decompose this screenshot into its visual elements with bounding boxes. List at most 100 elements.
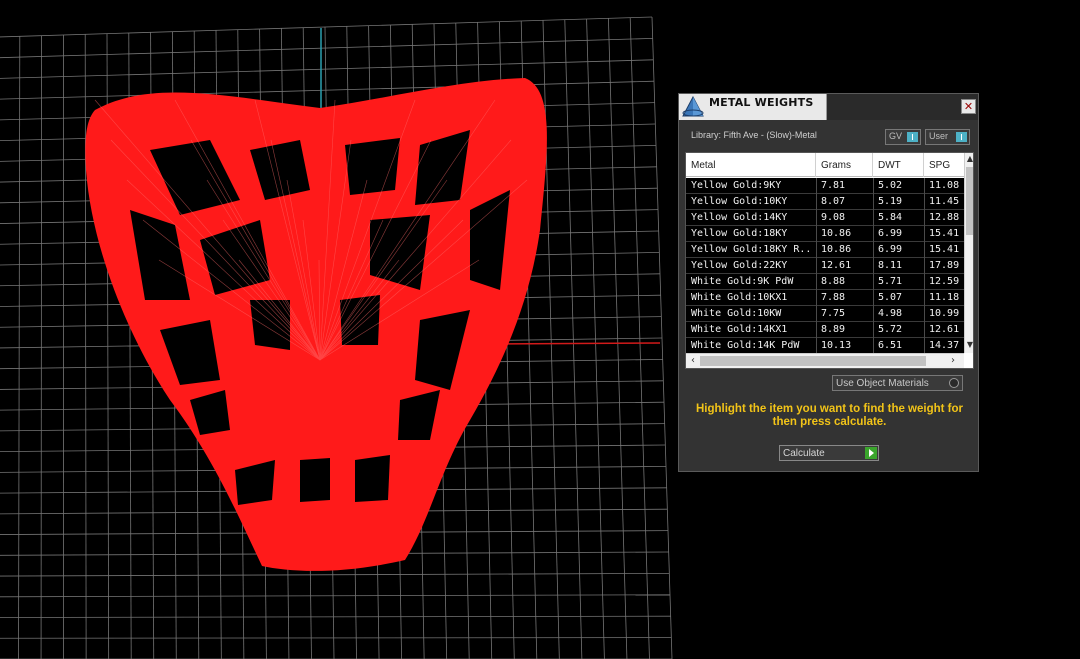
cell-grams: 7.81: [821, 180, 846, 191]
cell-metal: White Gold:14K PdW: [691, 340, 800, 351]
scroll-down-icon[interactable]: ▼: [965, 339, 973, 351]
radio-icon[interactable]: [949, 378, 959, 388]
column-divider: [816, 274, 817, 290]
table-row[interactable]: Yellow Gold:10KY 8.07 5.19 11.45: [686, 194, 964, 210]
cell-spg: 12.88: [929, 212, 960, 223]
table-row[interactable]: Yellow Gold:18KY R... 10.86 6.99 15.41: [686, 242, 964, 258]
play-arrow-icon: [865, 447, 877, 459]
cell-spg: 11.08: [929, 180, 960, 191]
cell-grams: 8.07: [821, 196, 846, 207]
column-header-grams[interactable]: Grams: [816, 153, 873, 177]
panel-title-tab: METAL WEIGHTS: [679, 94, 827, 120]
calculate-button[interactable]: Calculate: [779, 445, 879, 461]
cell-grams: 10.86: [821, 244, 852, 255]
scroll-up-icon[interactable]: ▲: [965, 153, 973, 165]
table-row[interactable]: White Gold:10KW 7.75 4.98 10.99: [686, 306, 964, 322]
cell-dwt: 6.51: [878, 340, 903, 351]
column-divider: [816, 242, 817, 258]
column-header-dwt[interactable]: DWT: [873, 153, 924, 177]
gv-toggle-label: GV: [889, 131, 903, 141]
cell-spg: 15.41: [929, 228, 960, 239]
column-divider: [816, 178, 817, 194]
table-header: Metal Grams DWT SPG: [686, 153, 973, 177]
cell-dwt: 4.98: [878, 308, 903, 319]
column-divider: [873, 226, 874, 242]
library-label: Library: Fifth Ave - (Slow)-Metal: [691, 130, 817, 140]
table-row[interactable]: White Gold:10KX1 7.88 5.07 11.18: [686, 290, 964, 306]
cell-grams: 7.75: [821, 308, 846, 319]
table-body: Yellow Gold:9KY 7.81 5.02 11.08 Yellow Gold:…: [686, 178, 964, 354]
gv-toggle[interactable]: GV: [885, 129, 921, 145]
horizontal-scroll-thumb[interactable]: [700, 356, 926, 366]
cell-spg: 11.18: [929, 292, 960, 303]
cell-metal: White Gold:14KX1: [691, 324, 788, 335]
cell-dwt: 6.99: [878, 228, 903, 239]
cell-dwt: 8.11: [878, 260, 903, 271]
vertical-scroll-thumb[interactable]: [966, 167, 973, 235]
vertical-scrollbar[interactable]: ▲ ▼: [964, 153, 973, 353]
cell-grams: 10.13: [821, 340, 852, 351]
panel-titlebar[interactable]: METAL WEIGHTS ✕: [679, 94, 978, 120]
column-divider: [873, 242, 874, 258]
cell-spg: 12.61: [929, 324, 960, 335]
close-icon[interactable]: ✕: [961, 99, 976, 114]
metal-table: Metal Grams DWT SPG Yellow Gold:9KY 7.81 5…: [685, 152, 974, 369]
cell-metal: Yellow Gold:22KY: [691, 260, 788, 271]
column-header-metal[interactable]: Metal: [686, 153, 816, 177]
toggle-switch-icon: [956, 132, 967, 142]
cell-metal: White Gold:9K PdW: [691, 276, 794, 287]
column-divider: [873, 322, 874, 338]
column-divider: [924, 178, 925, 194]
cell-spg: 15.41: [929, 244, 960, 255]
table-row[interactable]: Yellow Gold:18KY 10.86 6.99 15.41: [686, 226, 964, 242]
cell-dwt: 6.99: [878, 244, 903, 255]
cell-spg: 10.99: [929, 308, 960, 319]
user-toggle[interactable]: User: [925, 129, 970, 145]
column-divider: [924, 258, 925, 274]
instruction-text: Highlight the item you want to find the …: [695, 403, 964, 428]
cell-dwt: 5.02: [878, 180, 903, 191]
cell-grams: 8.88: [821, 276, 846, 287]
column-divider: [924, 274, 925, 290]
horizontal-scrollbar[interactable]: ‹ ›: [686, 353, 964, 368]
column-divider: [873, 290, 874, 306]
cell-metal: Yellow Gold:14KY: [691, 212, 788, 223]
calculate-label: Calculate: [783, 448, 825, 459]
cell-metal: Yellow Gold:10KY: [691, 196, 788, 207]
toggle-switch-icon: [907, 132, 918, 142]
user-toggle-label: User: [929, 131, 949, 141]
cell-dwt: 5.71: [878, 276, 903, 287]
column-divider: [873, 274, 874, 290]
table-row[interactable]: White Gold:14KX1 8.89 5.72 12.61: [686, 322, 964, 338]
cell-metal: Yellow Gold:9KY: [691, 180, 782, 191]
column-divider: [816, 210, 817, 226]
cell-spg: 12.59: [929, 276, 960, 287]
column-divider: [924, 338, 925, 354]
column-divider: [816, 226, 817, 242]
column-divider: [873, 338, 874, 354]
table-row[interactable]: White Gold:9K PdW 8.88 5.71 12.59: [686, 274, 964, 290]
use-object-materials-option[interactable]: Use Object Materials: [832, 375, 963, 391]
scroll-left-icon[interactable]: ‹: [688, 355, 698, 367]
scroll-right-icon[interactable]: ›: [948, 355, 958, 367]
column-header-spg[interactable]: SPG: [924, 153, 964, 177]
cell-grams: 12.61: [821, 260, 852, 271]
table-row[interactable]: White Gold:14K PdW 10.13 6.51 14.37: [686, 338, 964, 354]
column-divider: [816, 338, 817, 354]
cell-spg: 14.37: [929, 340, 960, 351]
table-row[interactable]: Yellow Gold:9KY 7.81 5.02 11.08: [686, 178, 964, 194]
table-row[interactable]: Yellow Gold:14KY 9.08 5.84 12.88: [686, 210, 964, 226]
column-divider: [816, 258, 817, 274]
cell-grams: 8.89: [821, 324, 846, 335]
column-divider: [924, 290, 925, 306]
cell-dwt: 5.07: [878, 292, 903, 303]
table-row[interactable]: Yellow Gold:22KY 12.61 8.11 17.89: [686, 258, 964, 274]
cell-grams: 10.86: [821, 228, 852, 239]
cell-dwt: 5.19: [878, 196, 903, 207]
pyramid-logo-icon: [682, 96, 704, 117]
column-divider: [873, 210, 874, 226]
cell-grams: 7.88: [821, 292, 846, 303]
cell-metal: White Gold:10KX1: [691, 292, 788, 303]
cell-dwt: 5.84: [878, 212, 903, 223]
cell-grams: 9.08: [821, 212, 846, 223]
